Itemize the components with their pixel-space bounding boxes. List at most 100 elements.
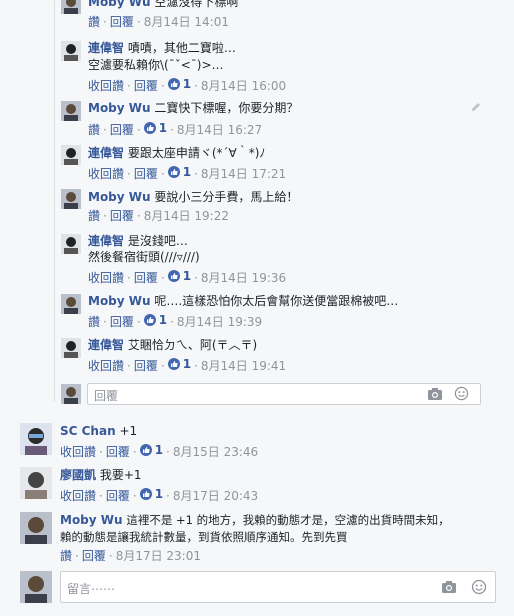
reply-line: Moby Wu 要說小三分手費，馬上給！ bbox=[88, 189, 298, 205]
unlike-link[interactable]: 收回讚 bbox=[88, 359, 124, 373]
timestamp[interactable]: 8月14日 19:39 bbox=[177, 315, 262, 329]
avatar[interactable] bbox=[61, 41, 81, 61]
avatar[interactable] bbox=[61, 101, 81, 121]
avatar[interactable] bbox=[20, 423, 52, 455]
reply-link[interactable]: 回覆 bbox=[110, 209, 134, 223]
timestamp[interactable]: 8月14日 16:00 bbox=[201, 79, 286, 93]
unlike-link[interactable]: 收回讚 bbox=[88, 167, 124, 181]
comment-actions: 收回讚 · 回覆 · 1 · 8月14日 19:36 bbox=[88, 268, 287, 285]
unlike-link[interactable]: 收回讚 bbox=[60, 489, 96, 503]
timestamp[interactable]: 8月14日 19:22 bbox=[144, 209, 229, 223]
comment-line: 廖國凱 我要+1 bbox=[60, 467, 142, 483]
comment-actions: 收回讚 · 回覆 · 1 · 8月14日 16:00 bbox=[88, 76, 287, 93]
thumbs-up-icon bbox=[167, 166, 180, 178]
comment-text: 要說小三分手費，馬上給！ bbox=[154, 190, 299, 204]
comment-input[interactable]: 留言⋯⋯ bbox=[60, 571, 496, 603]
reply-input[interactable]: 回覆 bbox=[87, 383, 481, 405]
like-count-badge[interactable]: 1 bbox=[143, 120, 167, 136]
timestamp[interactable]: 8月14日 19:36 bbox=[201, 271, 286, 285]
timestamp[interactable]: 8月14日 16:27 bbox=[177, 123, 262, 137]
comment-line: SC Chan +1 bbox=[60, 423, 137, 439]
comment-author[interactable]: Moby Wu bbox=[88, 294, 151, 308]
comment-text-line2: 空濾要私賴你\(¯ˇ<¯)>… bbox=[88, 58, 224, 72]
reply-link[interactable]: 回覆 bbox=[110, 15, 134, 29]
avatar[interactable] bbox=[61, 338, 81, 358]
timestamp[interactable]: 8月15日 23:46 bbox=[173, 445, 258, 459]
timestamp[interactable]: 8月14日 19:41 bbox=[201, 359, 286, 373]
avatar[interactable] bbox=[61, 145, 81, 165]
thumbs-up-icon bbox=[167, 78, 180, 90]
like-count-badge[interactable]: 1 bbox=[167, 356, 191, 372]
avatar[interactable] bbox=[20, 512, 52, 544]
avatar[interactable] bbox=[61, 294, 81, 314]
comment-author[interactable]: Moby Wu bbox=[60, 513, 123, 527]
unlike-link[interactable]: 收回讚 bbox=[88, 271, 124, 285]
comment-author[interactable]: SC Chan bbox=[60, 424, 116, 438]
comment-author[interactable]: 連偉智 bbox=[88, 234, 124, 248]
thumbs-up-icon bbox=[139, 444, 152, 456]
avatar[interactable] bbox=[20, 467, 52, 499]
reply-line: Moby Wu 二寶快下標喔，你要分期？ bbox=[88, 100, 298, 116]
comment-text-line2: 然後餐宿街頭(///▿///) bbox=[88, 250, 200, 264]
comment-actions: 收回讚 · 回覆 · 1 · 8月17日 20:43 bbox=[60, 486, 259, 503]
comment-author[interactable]: Moby Wu bbox=[88, 0, 151, 9]
reply-line: Moby Wu 呢….這樣恐怕你太后會幫你送便當跟棉被吧… bbox=[88, 293, 398, 309]
timestamp[interactable]: 8月14日 14:01 bbox=[144, 15, 229, 29]
reply-link[interactable]: 回覆 bbox=[134, 79, 158, 93]
reply-link[interactable]: 回覆 bbox=[134, 167, 158, 181]
like-link[interactable]: 讚 bbox=[88, 15, 100, 29]
comment-actions: 讚 · 回覆 · 8月14日 14:01 bbox=[88, 15, 229, 29]
comment-author[interactable]: 連偉智 bbox=[88, 146, 124, 160]
like-link[interactable]: 讚 bbox=[88, 123, 100, 137]
reply-link[interactable]: 回覆 bbox=[106, 445, 130, 459]
comment-author[interactable]: 廖國凱 bbox=[60, 468, 96, 482]
comment-text: 是沒錢吧… bbox=[127, 234, 188, 248]
thumbs-up-icon bbox=[143, 122, 156, 134]
avatar[interactable] bbox=[61, 189, 81, 209]
reply-line: 連偉智 艾睏恰ㄉㄟ、阿(〒︿〒) bbox=[88, 337, 257, 353]
like-count-badge[interactable]: 1 bbox=[143, 312, 167, 328]
reply-line: 連偉智 要跟太座申請ヾ(*´∀｀*)ﾉ bbox=[88, 145, 265, 161]
comment-text: 要跟太座申請ヾ(*´∀｀*)ﾉ bbox=[127, 146, 266, 160]
timestamp[interactable]: 8月17日 20:43 bbox=[173, 489, 258, 503]
pencil-icon[interactable] bbox=[471, 101, 481, 111]
unlike-link[interactable]: 收回讚 bbox=[88, 79, 124, 93]
comment-author[interactable]: Moby Wu bbox=[88, 190, 151, 204]
like-link[interactable]: 讚 bbox=[88, 315, 100, 329]
reply-link[interactable]: 回覆 bbox=[134, 271, 158, 285]
reply-link[interactable]: 回覆 bbox=[110, 315, 134, 329]
reply-link[interactable]: 回覆 bbox=[110, 123, 134, 137]
avatar[interactable] bbox=[61, 234, 81, 254]
emoji-icon[interactable] bbox=[454, 386, 469, 401]
comment-text: 嘖嘖，其他二寶啦… bbox=[127, 41, 236, 55]
timestamp[interactable]: 8月14日 17:21 bbox=[201, 167, 286, 181]
comment-text: 二寶快下標喔，你要分期？ bbox=[154, 101, 299, 115]
like-count-badge[interactable]: 1 bbox=[139, 442, 163, 458]
like-count-badge[interactable]: 1 bbox=[167, 76, 191, 92]
reply-input-placeholder: 回覆 bbox=[94, 389, 119, 403]
emoji-icon[interactable] bbox=[471, 579, 487, 595]
like-link[interactable]: 讚 bbox=[88, 209, 100, 223]
comment-author[interactable]: 連偉智 bbox=[88, 338, 124, 352]
comment-author[interactable]: Moby Wu bbox=[88, 101, 151, 115]
thumbs-up-icon bbox=[167, 358, 180, 370]
reply-link[interactable]: 回覆 bbox=[82, 549, 106, 563]
like-count-badge[interactable]: 1 bbox=[167, 268, 191, 284]
comment-author[interactable]: 連偉智 bbox=[88, 41, 124, 55]
comment-line: Moby Wu 這裡不是 +1 的地方，我賴的動態才是，空濾的出貨時間未知， bbox=[60, 512, 450, 528]
camera-icon[interactable] bbox=[441, 580, 457, 594]
reply-link[interactable]: 回覆 bbox=[134, 359, 158, 373]
thumbs-up-icon bbox=[167, 270, 180, 282]
like-count-badge[interactable]: 1 bbox=[167, 164, 191, 180]
like-link[interactable]: 讚 bbox=[60, 549, 72, 563]
unlike-link[interactable]: 收回讚 bbox=[60, 445, 96, 459]
comment-actions: 讚 · 回覆 · 1 · 8月14日 16:27 bbox=[88, 120, 263, 137]
camera-icon[interactable] bbox=[427, 387, 443, 401]
like-count-badge[interactable]: 1 bbox=[139, 486, 163, 502]
reply-link[interactable]: 回覆 bbox=[106, 489, 130, 503]
comment-text: +1 bbox=[119, 424, 138, 438]
comment-input-placeholder: 留言⋯⋯ bbox=[67, 582, 116, 596]
avatar[interactable] bbox=[61, 0, 81, 14]
reply-line: Moby Wu 空濾沒得下標啊 bbox=[88, 0, 238, 10]
timestamp[interactable]: 8月17日 23:01 bbox=[116, 549, 201, 563]
